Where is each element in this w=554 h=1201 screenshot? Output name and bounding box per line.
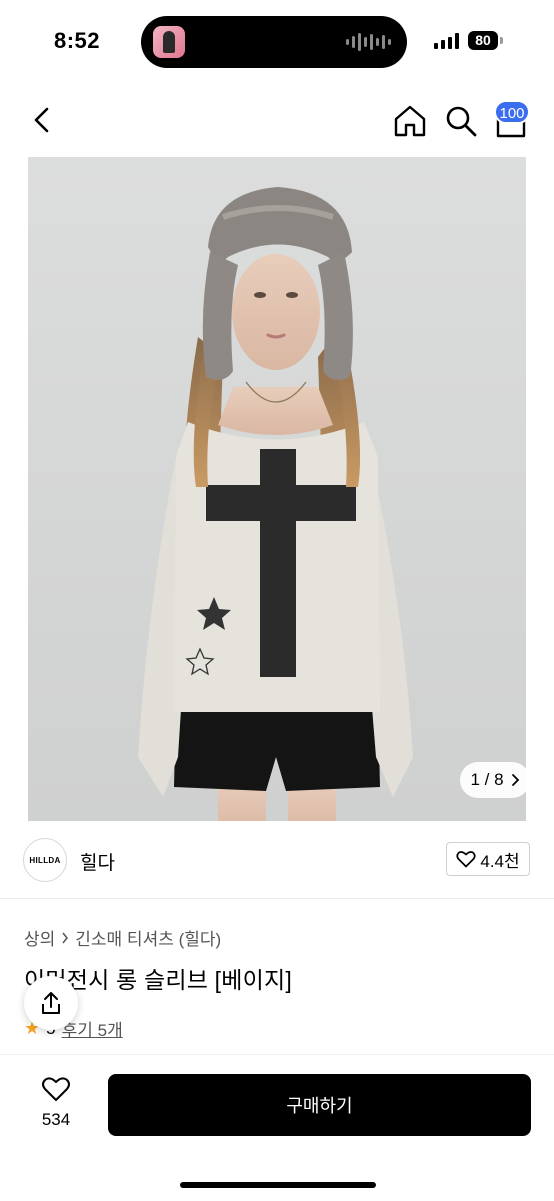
purchase-bar: 534 구매하기	[0, 1054, 554, 1201]
chevron-right-icon	[62, 932, 69, 943]
heart-icon	[42, 1077, 70, 1101]
shop-name[interactable]: 힐다	[80, 848, 115, 875]
top-nav	[0, 90, 554, 150]
image-counter-text: 1 / 8	[470, 770, 504, 789]
home-indicator[interactable]	[180, 1182, 376, 1188]
image-counter[interactable]: 1 / 8	[460, 762, 530, 798]
dynamic-island[interactable]	[141, 16, 407, 68]
now-playing-thumbnail	[153, 26, 185, 58]
buy-button[interactable]: 구매하기	[108, 1074, 531, 1136]
share-icon	[42, 992, 60, 1014]
breadcrumb-item[interactable]: 상의	[24, 925, 55, 950]
shop-like-button[interactable]: 4.4천	[446, 842, 530, 876]
audio-waveform-icon	[346, 32, 391, 52]
chevron-right-icon	[511, 774, 519, 786]
status-time: 8:52	[54, 28, 101, 53]
battery-icon: 80	[468, 31, 498, 50]
wishlist-button[interactable]: 534	[32, 1075, 80, 1130]
search-icon[interactable]	[444, 104, 478, 138]
cart-count-badge: 100	[494, 100, 530, 124]
heart-icon	[456, 851, 476, 868]
shop-bar: HILLDA 힐다 4.4천	[0, 826, 554, 899]
shop-like-count: 4.4천	[480, 851, 520, 871]
status-bar: 8:52 80	[0, 0, 554, 84]
wishlist-count: 534	[41, 1110, 71, 1129]
back-arrow-icon[interactable]	[28, 104, 56, 136]
product-image[interactable]	[28, 157, 526, 821]
share-button[interactable]	[24, 976, 78, 1030]
home-icon[interactable]	[392, 104, 428, 138]
battery-tip	[500, 37, 503, 44]
cellular-signal-icon	[434, 33, 459, 49]
shop-logo[interactable]: HILLDA	[23, 838, 67, 882]
breadcrumb: 상의 긴소매 티셔츠 (힐다)	[24, 925, 221, 950]
product-photo-illustration	[138, 187, 413, 821]
breadcrumb-item[interactable]: 긴소매 티셔츠 (힐다)	[75, 925, 221, 950]
